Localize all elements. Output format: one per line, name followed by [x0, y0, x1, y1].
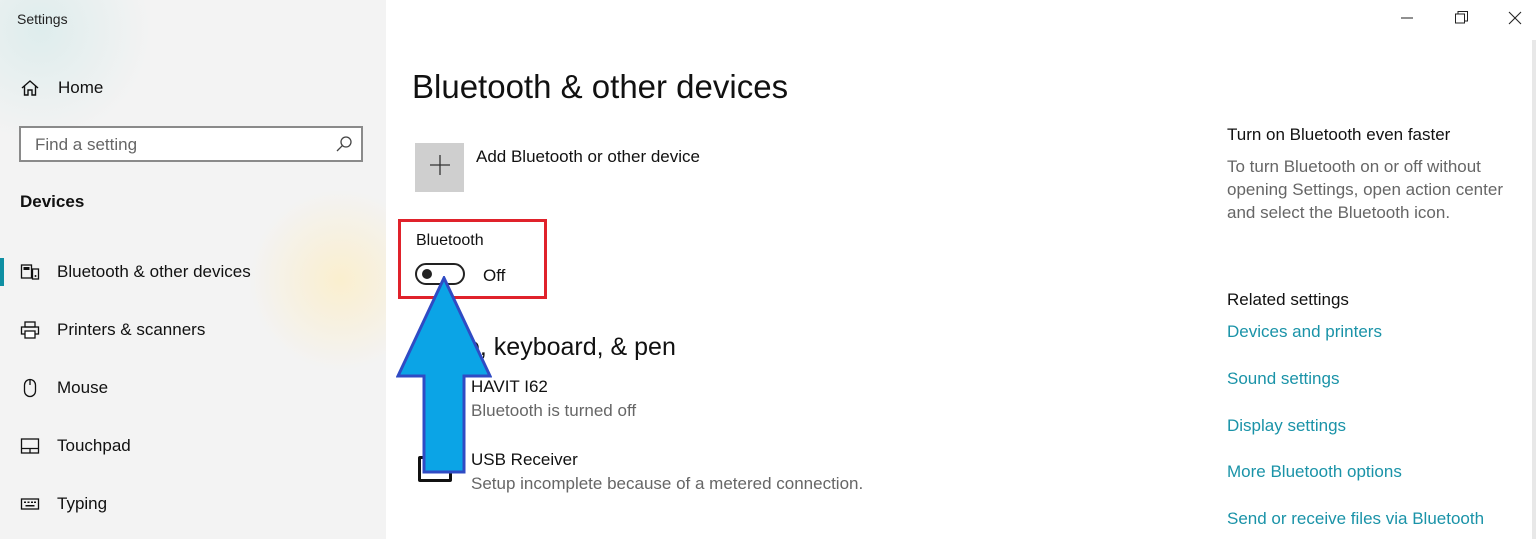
sidebar-item-label: Home — [58, 78, 104, 97]
sidebar-item-label: Typing — [57, 494, 108, 513]
sidebar-item-touchpad[interactable]: Touchpad — [0, 426, 386, 466]
tip-text: To turn Bluetooth on or off without open… — [1227, 157, 1503, 222]
restore-icon — [1454, 11, 1468, 29]
link-devices-and-printers[interactable]: Devices and printers — [1227, 322, 1382, 342]
sidebar-item-label: Touchpad — [57, 436, 131, 455]
add-device-label[interactable]: Add Bluetooth or other device — [476, 147, 700, 167]
close-button[interactable] — [1488, 4, 1536, 36]
link-sound-settings[interactable]: Sound settings — [1227, 369, 1339, 389]
sidebar-item-typing[interactable]: Typing — [0, 484, 386, 524]
link-more-bluetooth-options[interactable]: More Bluetooth options — [1227, 462, 1402, 482]
minimize-icon — [1401, 11, 1413, 29]
sidebar-item-home[interactable]: Home — [0, 68, 386, 108]
sidebar-item-printers[interactable]: Printers & scanners — [0, 310, 386, 350]
keyboard-icon — [20, 494, 40, 514]
section-heading: e, keyboard, & pen — [466, 333, 676, 361]
device-status: Bluetooth is turned off — [471, 401, 637, 420]
search-input[interactable] — [33, 128, 327, 162]
sidebar: Settings Home Devices Bluetooth & other … — [0, 0, 386, 539]
scrollbar[interactable] — [1532, 40, 1536, 539]
touchpad-icon — [20, 436, 40, 456]
sidebar-item-bluetooth[interactable]: Bluetooth & other devices — [0, 252, 386, 292]
sidebar-item-label: Printers & scanners — [57, 320, 206, 339]
minimize-button[interactable] — [1380, 4, 1434, 36]
app-title: Settings — [17, 11, 68, 27]
printer-icon — [20, 320, 40, 340]
device-status: Setup incomplete because of a metered co… — [471, 474, 864, 493]
close-icon — [1508, 11, 1522, 30]
sidebar-item-mouse[interactable]: Mouse — [0, 368, 386, 408]
mouse-icon — [20, 378, 40, 398]
add-device-button[interactable] — [415, 143, 464, 192]
search-box — [19, 126, 363, 162]
search-icon[interactable] — [335, 135, 353, 153]
bluetooth-devices-icon — [20, 262, 40, 282]
link-display-settings[interactable]: Display settings — [1227, 416, 1346, 436]
page-title: Bluetooth & other devices — [412, 68, 789, 105]
link-send-receive-files[interactable]: Send or receive files via Bluetooth — [1227, 509, 1484, 529]
home-icon — [20, 78, 40, 98]
related-settings-title: Related settings — [1227, 290, 1349, 309]
sidebar-item-label: Bluetooth & other devices — [57, 262, 251, 281]
sidebar-item-label: Mouse — [57, 378, 109, 397]
section-title: Devices — [20, 192, 85, 211]
restore-button[interactable] — [1434, 4, 1488, 36]
plus-icon — [429, 154, 451, 181]
tip-title: Turn on Bluetooth even faster — [1227, 125, 1451, 144]
up-arrow-annotation — [396, 276, 492, 474]
